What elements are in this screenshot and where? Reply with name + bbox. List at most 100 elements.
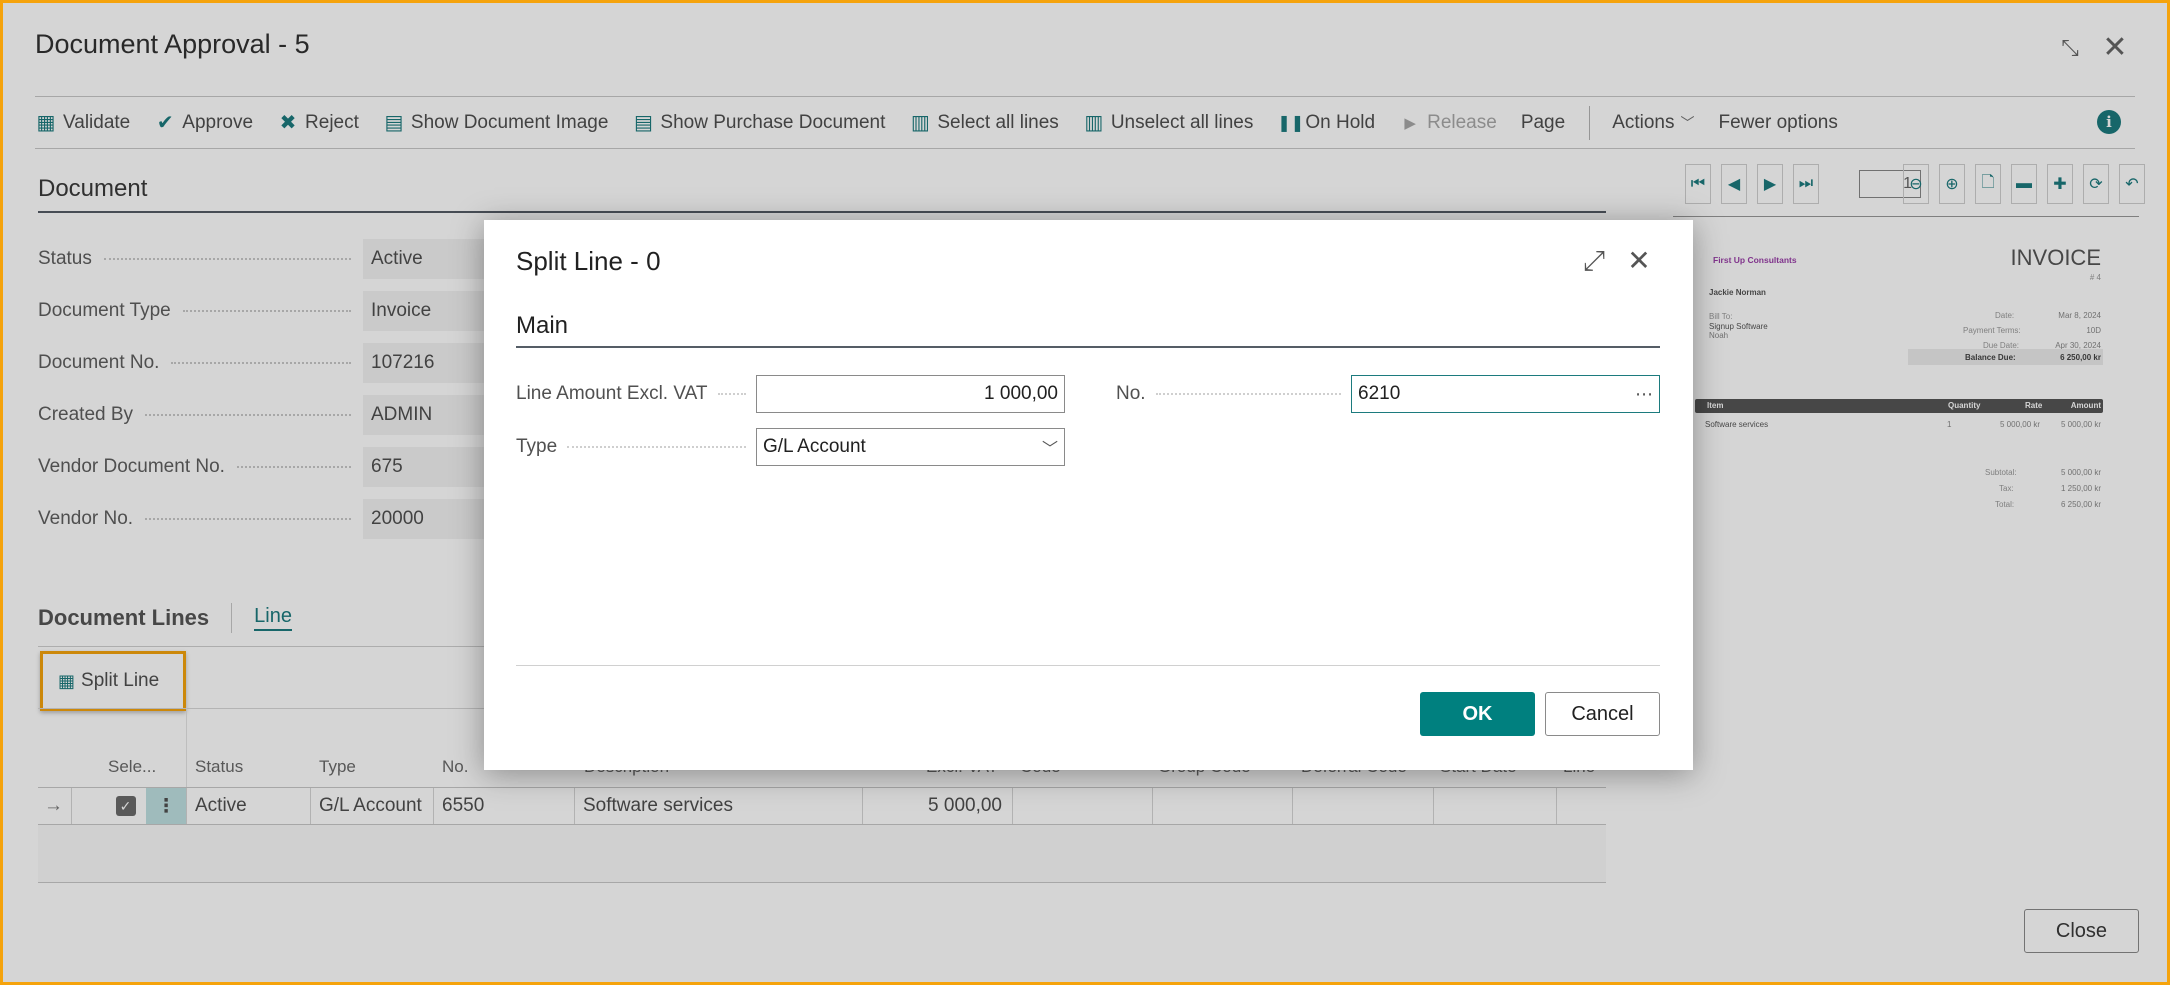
column-header[interactable]: Status [195, 757, 243, 777]
document-lines-title: Document Lines [38, 605, 210, 630]
preview-toolbar: ⏮ ◀ ▶ ⏭ 1 ⊖ ⊕ 🗋 ▬ ✚ ⟳ ↶ [1685, 164, 2145, 204]
fewer-options-button[interactable]: Fewer options [1719, 112, 1838, 134]
minus-icon[interactable]: ▬ [2011, 164, 2037, 204]
invoice-item: Software services [1705, 420, 1769, 429]
field-label: Vendor No. [38, 508, 134, 529]
expand-icon[interactable]: ⤢ [1579, 246, 1609, 276]
first-page-icon[interactable]: ⏮ [1685, 164, 1711, 204]
row-select-checkbox[interactable]: ✓ [115, 796, 136, 816]
line-amount-field: Line Amount Excl. VAT 1 000,00 [516, 375, 1065, 413]
reject-button[interactable]: ✖ Reject [277, 110, 359, 135]
split-line-dialog: Split Line - 0 ⤢ ✕ Main Line Amount Excl… [484, 220, 1693, 770]
cell-description[interactable]: Software services [575, 788, 863, 824]
balance-label: Balance Due: [1965, 353, 2016, 362]
cell-empty[interactable] [1434, 788, 1557, 824]
terms-value: 10D [2086, 326, 2101, 335]
type-label: Type [516, 436, 558, 457]
tab-line[interactable]: Line [254, 605, 292, 631]
undo-icon[interactable]: ↶ [2119, 164, 2145, 204]
table-row[interactable]: → ✓ ⋮ Active G/L Account 6550 Software s… [38, 787, 1606, 825]
show-purchase-document-button[interactable]: ▤ Show Purchase Document [632, 110, 885, 135]
refresh-icon[interactable]: ⟳ [2083, 164, 2109, 204]
unselect-all-lines-button[interactable]: ▥ Unselect all lines [1083, 110, 1253, 135]
release-button[interactable]: ▶ Release [1399, 112, 1497, 134]
document-lines-header: Document Lines Line [38, 603, 292, 633]
page-title: Document Approval - 5 [35, 29, 310, 59]
cell-amount[interactable]: 5 000,00 [863, 788, 1013, 824]
invoice-contact: Jackie Norman [1709, 288, 1766, 297]
date-value: Mar 8, 2024 [2058, 311, 2101, 320]
approve-button[interactable]: ✔ Approve [154, 110, 253, 135]
date-label: Date: [1995, 311, 2015, 320]
select-lines-icon: ▥ [910, 112, 930, 134]
invoice-heading: INVOICE [2010, 245, 2101, 270]
cell-status[interactable]: Active [187, 788, 311, 824]
dialog-title: Split Line - 0 [516, 246, 661, 276]
document-icon: ▤ [384, 112, 404, 134]
row-indicator-arrow-icon: → [38, 788, 72, 824]
next-page-icon[interactable]: ▶ [1757, 164, 1783, 204]
document-icon: ▤ [633, 112, 653, 134]
actions-menu[interactable]: Actions ﹀ [1612, 112, 1694, 134]
ok-button[interactable]: OK [1420, 692, 1535, 736]
field-label: Created By [38, 404, 134, 425]
dialog-section-main: Main [516, 312, 1660, 348]
cell-empty[interactable] [1293, 788, 1434, 824]
column-header[interactable]: No. [442, 757, 468, 777]
page-menu[interactable]: Page [1521, 112, 1565, 134]
lookup-ellipsis-icon[interactable]: ⋯ [1635, 384, 1653, 405]
type-field: Type G/L Account ﹀ [516, 428, 1065, 466]
collapse-icon[interactable]: ⤡ [2055, 33, 2085, 63]
previous-page-icon[interactable]: ◀ [1721, 164, 1747, 204]
zoom-out-icon[interactable]: ⊖ [1903, 164, 1929, 204]
close-window-icon[interactable]: ✕ [2100, 33, 2130, 63]
invoice-preview: First Up Consultants INVOICE # 4 Jackie … [1693, 233, 2113, 523]
cell-no[interactable]: 6550 [434, 788, 575, 824]
no-label: No. [1116, 383, 1146, 404]
show-document-image-button[interactable]: ▤ Show Document Image [383, 110, 608, 135]
row-menu-icon[interactable]: ⋮ [146, 788, 187, 824]
close-button[interactable]: Close [2024, 909, 2139, 953]
toolbar-divider [1589, 105, 1591, 140]
validate-button[interactable]: ▦ Validate [35, 110, 131, 135]
terms-label: Payment Terms: [1963, 326, 2021, 335]
zoom-in-icon[interactable]: ⊕ [1939, 164, 1965, 204]
action-toolbar: ▦ Validate ✔ Approve ✖ Reject ▤ Show Documen… [35, 96, 2135, 149]
bill-to-name: Signup Software [1709, 322, 1768, 331]
field-label: Document Type [38, 300, 171, 321]
last-page-icon[interactable]: ⏭ [1793, 164, 1819, 204]
x-icon: ✖ [279, 112, 297, 134]
field-label: Status [38, 248, 92, 269]
dialog-close-icon[interactable]: ✕ [1624, 246, 1654, 276]
document-section-title: Document [38, 175, 1606, 213]
balance-value: 6 250,00 kr [2060, 353, 2101, 362]
cancel-button[interactable]: Cancel [1545, 692, 1660, 736]
cell-empty[interactable] [1013, 788, 1153, 824]
info-icon[interactable]: i [2097, 110, 2121, 134]
select-all-lines-button[interactable]: ▥ Select all lines [909, 110, 1059, 135]
play-icon: ▶ [1404, 114, 1416, 132]
bill-to-label: Bill To: [1709, 312, 1733, 321]
column-header[interactable]: Type [319, 757, 356, 777]
column-header[interactable]: Sele... [108, 757, 156, 777]
line-amount-input[interactable]: 1 000,00 [756, 375, 1065, 413]
cell-empty[interactable] [1153, 788, 1293, 824]
field-label: Document No. [38, 352, 160, 373]
fit-page-icon[interactable]: 🗋 [1975, 164, 2001, 204]
validate-icon: ▦ [36, 112, 56, 134]
split-line-button[interactable]: ▦ Split Line [40, 651, 186, 711]
on-hold-button[interactable]: ❚❚ On Hold [1277, 112, 1375, 134]
app-frame: Document Approval - 5 ⤡ ✕ ▦ Validate ✔ App… [0, 0, 2170, 985]
invoice-company: First Up Consultants [1713, 255, 1797, 265]
cell-type[interactable]: G/L Account [311, 788, 434, 824]
line-amount-label: Line Amount Excl. VAT [516, 383, 708, 404]
chevron-down-icon: ﹀ [1680, 114, 1695, 131]
type-select[interactable]: G/L Account ﹀ [756, 428, 1065, 466]
no-input[interactable]: 6210 ⋯ [1351, 375, 1660, 413]
field-label: Vendor Document No. [38, 456, 225, 477]
unselect-lines-icon: ▥ [1084, 112, 1104, 134]
split-line-icon: ▦ [58, 670, 76, 691]
grid-empty-area [38, 825, 1606, 883]
checkmark-icon: ✔ [156, 112, 174, 134]
plus-icon[interactable]: ✚ [2047, 164, 2073, 204]
